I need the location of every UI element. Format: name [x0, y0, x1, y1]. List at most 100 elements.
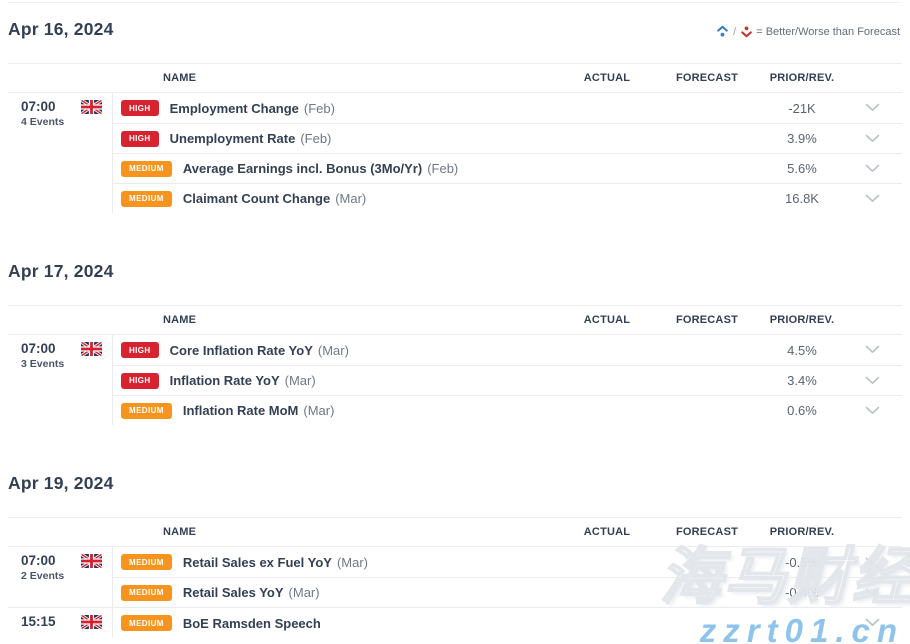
events-count: 2 Events — [21, 570, 64, 582]
event-rows: HIGH Core Inflation Rate YoY (Mar) 4.5% … — [113, 335, 902, 425]
event-period: (Mar) — [303, 403, 334, 418]
uk-flag-icon — [81, 554, 102, 568]
column-header-name: NAME — [113, 314, 562, 326]
event-name-cell: HIGH Employment Change (Feb) — [113, 100, 562, 116]
chevron-down-icon[interactable] — [865, 345, 880, 354]
importance-badge: MEDIUM — [121, 191, 172, 207]
event-row[interactable]: MEDIUM Retail Sales ex Fuel YoY (Mar) -0… — [113, 547, 902, 577]
event-period: (Feb) — [304, 101, 335, 116]
worse-than-forecast-icon — [740, 25, 753, 38]
event-row[interactable]: MEDIUM Inflation Rate MoM (Mar) 0.6% — [113, 395, 902, 425]
event-name: Retail Sales YoY — [183, 585, 284, 600]
events-table: NAME ACTUAL FORECAST PRIOR/REV. 07:00 3 … — [8, 305, 902, 425]
event-rows: HIGH Employment Change (Feb) -21K HIGH U… — [113, 93, 902, 213]
importance-badge: HIGH — [121, 342, 159, 358]
time-cell: 07:00 4 Events — [8, 93, 113, 213]
column-header-prior: PRIOR/REV. — [762, 72, 842, 84]
event-name: Employment Change — [170, 101, 299, 116]
event-name-cell: MEDIUM Retail Sales YoY (Mar) — [113, 585, 562, 601]
event-name: Inflation Rate MoM — [183, 403, 299, 418]
economic-calendar-page: / = Better/Worse than Forecast Apr 16, 2… — [0, 2, 910, 644]
date-heading: Apr 17, 2024 — [8, 259, 902, 283]
date-heading: Apr 19, 2024 — [8, 471, 902, 495]
event-name-cell: MEDIUM Average Earnings incl. Bonus (3Mo… — [113, 161, 562, 177]
expand-cell — [842, 402, 902, 420]
column-header-actual: ACTUAL — [562, 526, 652, 538]
importance-badge: MEDIUM — [121, 615, 172, 631]
column-header-actual: ACTUAL — [562, 314, 652, 326]
event-row[interactable]: MEDIUM Average Earnings incl. Bonus (3Mo… — [113, 153, 902, 183]
event-period: (Mar) — [285, 373, 316, 388]
expand-cell — [842, 130, 902, 148]
chevron-down-icon[interactable] — [865, 406, 880, 415]
event-rows: MEDIUM BoE Ramsden Speech — [113, 608, 902, 638]
column-header-prior: PRIOR/REV. — [762, 526, 842, 538]
event-name: Retail Sales ex Fuel YoY — [183, 555, 332, 570]
better-than-forecast-icon — [716, 25, 729, 38]
events-table: NAME ACTUAL FORECAST PRIOR/REV. 07:00 4 … — [8, 63, 902, 213]
time-group-row: 15:15 MEDIUM BoE Ramsden Speech — [8, 607, 902, 638]
column-header-forecast: FORECAST — [652, 526, 762, 538]
chevron-down-icon[interactable] — [865, 134, 880, 143]
event-row[interactable]: MEDIUM Claimant Count Change (Mar) 16.8K — [113, 183, 902, 213]
events-count: 4 Events — [21, 116, 64, 128]
event-row[interactable]: MEDIUM BoE Ramsden Speech — [113, 608, 902, 638]
column-header-name: NAME — [113, 72, 562, 84]
prior-value: -0.5% — [762, 555, 842, 570]
event-name: Core Inflation Rate YoY — [170, 343, 313, 358]
event-period: (Feb) — [427, 161, 458, 176]
event-period: (Feb) — [300, 131, 331, 146]
chevron-down-icon[interactable] — [865, 376, 880, 385]
legend-text: = Better/Worse than Forecast — [756, 26, 900, 38]
uk-flag-icon — [81, 100, 102, 114]
chevron-down-icon[interactable] — [865, 588, 880, 597]
importance-badge: MEDIUM — [121, 161, 172, 177]
event-row[interactable]: HIGH Unemployment Rate (Feb) 3.9% — [113, 123, 902, 153]
table-header-row: NAME ACTUAL FORECAST PRIOR/REV. — [8, 517, 902, 547]
event-name-cell: HIGH Inflation Rate YoY (Mar) — [113, 373, 562, 389]
calendar-day-section: Apr 19, 2024 NAME ACTUAL FORECAST PRIOR/… — [8, 471, 902, 638]
expand-cell — [842, 614, 902, 632]
column-header-prior: PRIOR/REV. — [762, 314, 842, 326]
expand-cell — [842, 160, 902, 178]
time-group-row: 07:00 2 Events MEDIUM Retail Sales ex F — [8, 547, 902, 607]
event-time: 07:00 — [21, 341, 64, 356]
event-row[interactable]: HIGH Employment Change (Feb) -21K — [113, 93, 902, 123]
events-table: NAME ACTUAL FORECAST PRIOR/REV. 07:00 2 … — [8, 517, 902, 638]
chevron-down-icon[interactable] — [865, 194, 880, 203]
importance-badge: HIGH — [121, 100, 159, 116]
prior-value: -0.4% — [762, 585, 842, 600]
chevron-down-icon[interactable] — [865, 103, 880, 112]
column-header-forecast: FORECAST — [652, 314, 762, 326]
event-name: Claimant Count Change — [183, 191, 330, 206]
event-time: 15:15 — [21, 614, 56, 629]
chevron-down-icon[interactable] — [865, 618, 880, 627]
prior-value: 16.8K — [762, 191, 842, 206]
time-cell: 15:15 — [8, 608, 113, 638]
expand-cell — [842, 341, 902, 359]
event-name-cell: HIGH Unemployment Rate (Feb) — [113, 131, 562, 147]
prior-value: 0.6% — [762, 403, 842, 418]
expand-cell — [842, 190, 902, 208]
event-name-cell: MEDIUM Retail Sales ex Fuel YoY (Mar) — [113, 554, 562, 570]
chevron-down-icon[interactable] — [865, 557, 880, 566]
event-name-cell: HIGH Core Inflation Rate YoY (Mar) — [113, 342, 562, 358]
event-name: Average Earnings incl. Bonus (3Mo/Yr) — [183, 161, 422, 176]
column-header-forecast: FORECAST — [652, 72, 762, 84]
calendar-day-section: Apr 17, 2024 NAME ACTUAL FORECAST PRIOR/… — [8, 259, 902, 425]
table-header-row: NAME ACTUAL FORECAST PRIOR/REV. — [8, 63, 902, 93]
prior-value: 4.5% — [762, 343, 842, 358]
event-row[interactable]: MEDIUM Retail Sales YoY (Mar) -0.4% — [113, 577, 902, 607]
event-period: (Mar) — [289, 585, 320, 600]
event-row[interactable]: HIGH Inflation Rate YoY (Mar) 3.4% — [113, 365, 902, 395]
event-time: 07:00 — [21, 553, 64, 568]
time-group-row: 07:00 3 Events HIGH Core Inflation Rate — [8, 335, 902, 425]
prior-value: 5.6% — [762, 161, 842, 176]
expand-cell — [842, 372, 902, 390]
event-row[interactable]: HIGH Core Inflation Rate YoY (Mar) 4.5% — [113, 335, 902, 365]
chevron-down-icon[interactable] — [865, 164, 880, 173]
prior-value: 3.4% — [762, 373, 842, 388]
importance-badge: MEDIUM — [121, 403, 172, 419]
uk-flag-icon — [81, 615, 102, 629]
expand-cell — [842, 584, 902, 602]
